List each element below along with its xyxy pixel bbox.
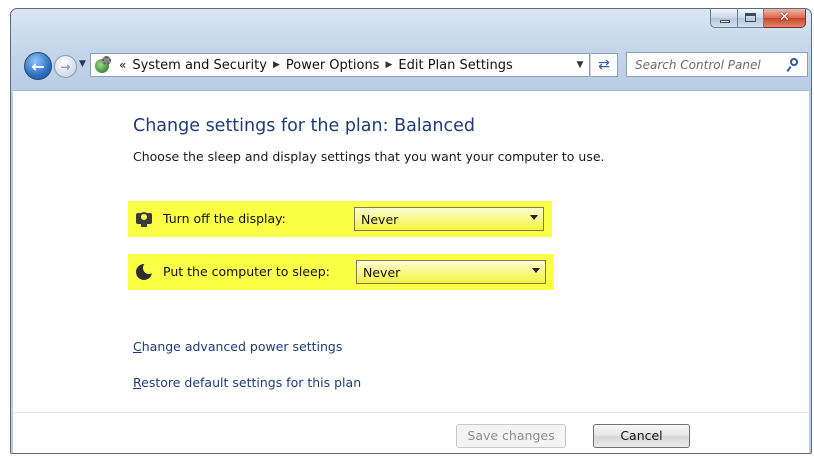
forward-button[interactable]: → [54, 55, 77, 78]
monitor-icon [136, 211, 152, 227]
change-advanced-power-settings-link[interactable]: Change advanced power settings [133, 339, 342, 354]
display-timeout-value: Never [361, 212, 399, 227]
sleep-timeout-label: Put the computer to sleep: [163, 264, 330, 279]
sleep-icon [136, 262, 155, 280]
breadcrumb-overflow[interactable]: « [119, 58, 126, 72]
sleep-timeout-value: Never [363, 265, 401, 280]
maximize-button[interactable] [738, 9, 764, 28]
back-button[interactable]: ← [24, 52, 52, 80]
refresh-button[interactable]: ⇄ [591, 53, 618, 77]
chevron-down-icon [530, 215, 538, 220]
control-panel-icon [93, 55, 113, 75]
setting-row-sleep: Put the computer to sleep: Never [128, 254, 554, 290]
breadcrumb-system-and-security[interactable]: System and Security [132, 58, 267, 73]
close-button[interactable]: ✕ [764, 9, 806, 28]
divider [13, 412, 809, 413]
recent-pages-button[interactable]: ▼ [79, 59, 86, 69]
search-input[interactable] [627, 53, 785, 76]
sleep-timeout-select[interactable]: Never [356, 260, 546, 284]
recent-pages-dropdown-icon: ▼ [79, 59, 86, 69]
chevron-down-icon: ▼ [576, 60, 584, 70]
control-panel-window: ✕ ← → ▼ « System and Security ▶ Power Op… [10, 8, 812, 454]
setting-row-display: Turn off the display: Never [128, 201, 552, 237]
breadcrumb-edit-plan-settings[interactable]: Edit Plan Settings [398, 58, 512, 73]
content-pane: Change settings for the plan: Balanced C… [13, 90, 809, 453]
address-bar[interactable]: « System and Security ▶ Power Options ▶ … [90, 53, 590, 77]
minimize-button[interactable] [710, 9, 738, 28]
cancel-button[interactable]: Cancel [593, 424, 690, 448]
address-history-dropdown[interactable]: ▼ [571, 54, 589, 76]
display-timeout-label: Turn off the display: [163, 211, 286, 226]
close-icon: ✕ [779, 10, 790, 25]
page-description: Choose the sleep and display settings th… [133, 149, 605, 164]
minimize-icon [720, 20, 730, 23]
search-box [626, 52, 808, 77]
forward-arrow-icon: → [60, 59, 71, 74]
breadcrumb-separator-icon[interactable]: ▶ [385, 60, 392, 70]
maximize-icon [745, 13, 756, 22]
breadcrumb-separator-icon[interactable]: ▶ [273, 60, 280, 70]
page-title: Change settings for the plan: Balanced [133, 116, 475, 136]
display-timeout-select[interactable]: Never [354, 207, 544, 231]
restore-default-settings-link[interactable]: Restore default settings for this plan [133, 375, 361, 390]
save-changes-button[interactable]: Save changes [456, 424, 566, 448]
caption-buttons: ✕ [710, 9, 806, 29]
refresh-icon: ⇄ [598, 57, 610, 73]
breadcrumb-power-options[interactable]: Power Options [286, 58, 380, 73]
back-arrow-icon: ← [31, 56, 45, 76]
chevron-down-icon [532, 268, 540, 273]
search-icon[interactable] [786, 58, 801, 73]
